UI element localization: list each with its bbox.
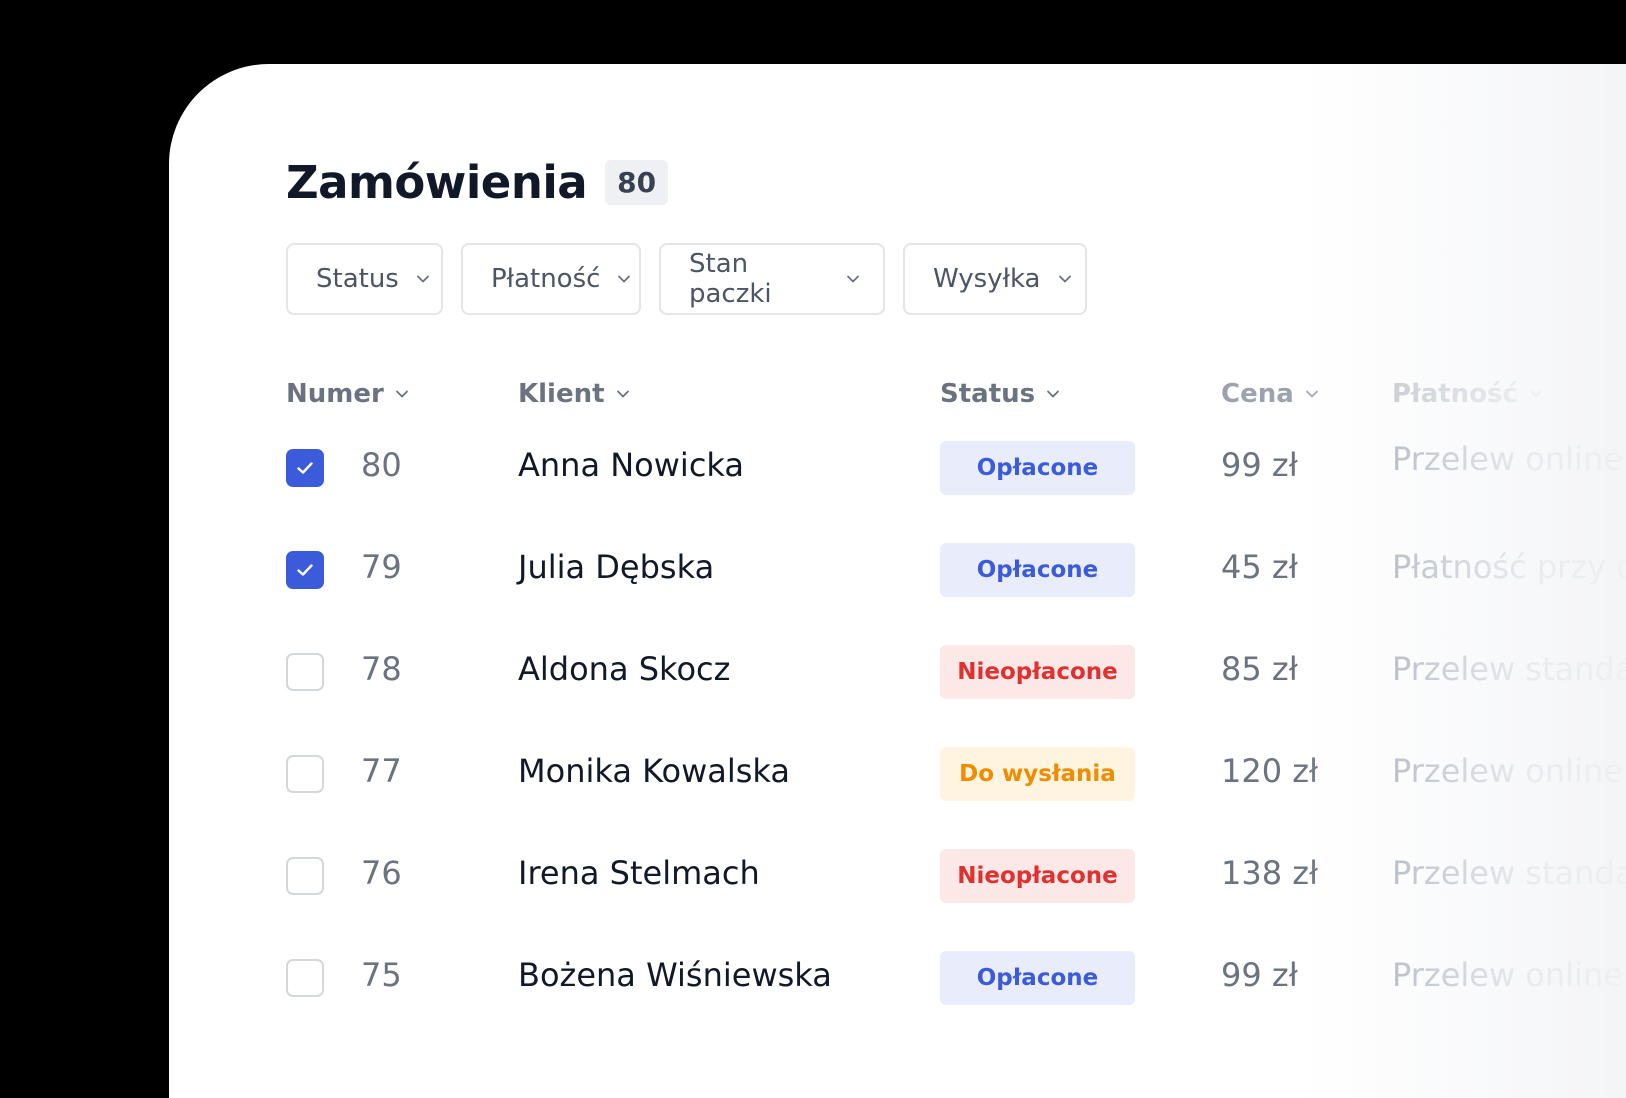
status-badge: Nieopłacone (940, 645, 1135, 699)
order-number: 80 (361, 446, 402, 484)
order-price: 138 zł (1221, 854, 1319, 892)
chevron-down-icon (394, 386, 410, 402)
column-header-price[interactable]: Cena (1221, 379, 1320, 409)
order-price: 99 zł (1221, 956, 1298, 994)
filter-bar: Status Płatność Stan paczki Wysyłka (286, 243, 1105, 315)
row-checkbox[interactable] (286, 551, 324, 589)
client-name: Irena Stelmach (518, 854, 760, 892)
filter-parcel-state-dropdown[interactable]: Stan paczki (659, 243, 885, 315)
client-name: Anna Nowicka (518, 446, 744, 484)
filter-status-dropdown[interactable]: Status (286, 243, 443, 315)
status-badge: Opłacone (940, 441, 1135, 495)
table-row[interactable]: 76 Irena Stelmach Nieopłacone 138 zł Prz… (169, 836, 1626, 916)
payment-method: Przelew standa (1392, 854, 1626, 892)
column-header-status[interactable]: Status (940, 379, 1061, 409)
order-number: 78 (361, 650, 402, 688)
order-price: 120 zł (1221, 752, 1319, 790)
table-row[interactable]: 75 Bożena Wiśniewska Opłacone 99 zł Prze… (169, 938, 1626, 1018)
client-name: Bożena Wiśniewska (518, 956, 832, 994)
status-badge: Opłacone (940, 543, 1135, 597)
row-checkbox[interactable] (286, 857, 324, 895)
column-label: Płatność (1392, 379, 1518, 409)
table-row[interactable]: 77 Monika Kowalska Do wysłania 120 zł Pr… (169, 734, 1626, 814)
order-number: 77 (361, 752, 402, 790)
checkmark-icon (297, 564, 313, 576)
column-label: Status (940, 379, 1036, 409)
row-checkbox[interactable] (286, 959, 324, 997)
chevron-down-icon (845, 271, 861, 287)
order-price: 85 zł (1221, 650, 1298, 688)
column-label: Cena (1221, 379, 1294, 409)
orders-count-badge: 80 (605, 160, 669, 205)
column-header-payment[interactable]: Płatność (1392, 379, 1544, 409)
row-checkbox[interactable] (286, 755, 324, 793)
chevron-down-icon (1057, 271, 1073, 287)
status-badge: Opłacone (940, 951, 1135, 1005)
payment-method: Płatność przy o (1392, 548, 1626, 586)
chevron-down-icon (615, 386, 631, 402)
filter-label: Płatność (491, 264, 601, 294)
payment-method: Przelew online (1392, 440, 1623, 478)
chevron-down-icon (616, 271, 632, 287)
order-number: 75 (361, 956, 402, 994)
chevron-down-icon (1304, 386, 1320, 402)
order-price: 45 zł (1221, 548, 1298, 586)
table-row[interactable]: 79 Julia Dębska Opłacone 45 zł Płatność … (169, 530, 1626, 610)
column-header-client[interactable]: Klient (518, 379, 631, 409)
payment-method: Przelew standa (1392, 650, 1626, 688)
client-name: Monika Kowalska (518, 752, 790, 790)
payment-method: Przelew online (1392, 752, 1623, 790)
filter-label: Status (316, 264, 399, 294)
page-title: Zamówienia (286, 156, 588, 209)
table-row[interactable]: 80 Anna Nowicka Opłacone 99 zł Przelew o… (169, 428, 1626, 508)
filter-label: Stan paczki (689, 249, 772, 309)
column-label: Numer (286, 379, 384, 409)
orders-card: Zamówienia 80 Status Płatność Stan paczk… (169, 64, 1626, 1098)
filter-payment-dropdown[interactable]: Płatność (461, 243, 641, 315)
status-badge: Do wysłania (940, 747, 1135, 801)
filter-shipping-dropdown[interactable]: Wysyłka (903, 243, 1087, 315)
filter-label: Wysyłka (933, 264, 1041, 294)
order-number: 76 (361, 854, 402, 892)
row-checkbox[interactable] (286, 449, 324, 487)
column-label: Klient (518, 379, 605, 409)
payment-method: Przelew online (1392, 956, 1623, 994)
client-name: Aldona Skocz (518, 650, 731, 688)
title-row: Zamówienia 80 (286, 156, 669, 209)
checkmark-icon (297, 462, 313, 474)
chevron-down-icon (1528, 386, 1544, 402)
status-badge: Nieopłacone (940, 849, 1135, 903)
order-number: 79 (361, 548, 402, 586)
table-row[interactable]: 78 Aldona Skocz Nieopłacone 85 zł Przele… (169, 632, 1626, 712)
row-checkbox[interactable] (286, 653, 324, 691)
chevron-down-icon (415, 271, 431, 287)
column-header-number[interactable]: Numer (286, 379, 410, 409)
client-name: Julia Dębska (518, 548, 715, 586)
chevron-down-icon (1045, 386, 1061, 402)
order-price: 99 zł (1221, 446, 1298, 484)
